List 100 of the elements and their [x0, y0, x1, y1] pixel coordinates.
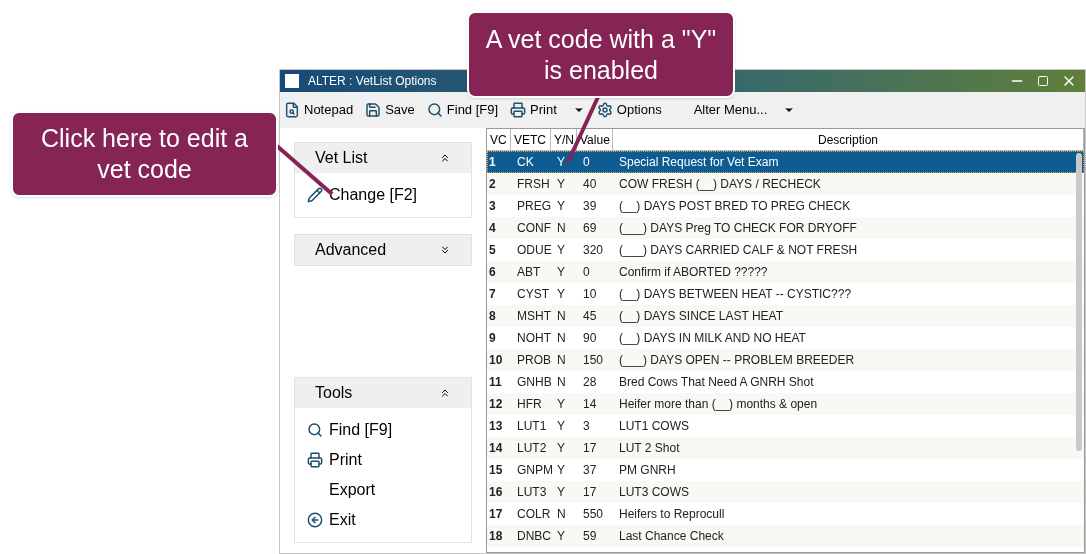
sidebar-link[interactable]: Export — [307, 478, 459, 502]
column-header[interactable]: VC — [487, 129, 511, 150]
table-cell-text: COW FRESH (__) DAYS / RECHECK — [618, 176, 822, 193]
table-cell-text: 39 — [582, 198, 598, 215]
table-cell-text: CK — [516, 154, 535, 171]
table-cell-text: N — [556, 330, 567, 347]
table-cell-text: Y — [556, 396, 566, 413]
table-cell-text: (__) DAYS SINCE LAST HEAT — [618, 308, 785, 325]
toolbar-button[interactable]: Options — [596, 100, 662, 120]
table-cell-text: COLR — [516, 506, 551, 523]
table-cell-text: Y — [556, 462, 566, 479]
table-cell-text: Confirm if ABORTED ????? — [618, 264, 769, 281]
toolbar-button[interactable]: Notepad — [284, 100, 354, 120]
section-header[interactable]: Tools — [295, 378, 471, 408]
column-header[interactable]: VETC — [511, 129, 551, 150]
table-row[interactable]: 2 FRSH Y 40 COW FRESH (__) DAYS / RECHECK — [487, 173, 1084, 195]
sidebar-link[interactable]: Print — [307, 448, 459, 472]
table-cell-text: DNBC — [516, 528, 551, 545]
callout: Click here to edit a vet code — [11, 111, 278, 197]
table-cell-text: 150 — [582, 352, 605, 369]
toolbar-button[interactable]: Save — [365, 100, 415, 120]
printer-icon — [307, 452, 323, 468]
table-row[interactable]: 10 PROB N 150 (___) DAYS OPEN -- PROBLEM BREEDER — [487, 349, 1084, 371]
column-header[interactable]: Description — [613, 129, 1084, 150]
table-cell-text: Y — [556, 286, 566, 303]
table-row[interactable]: 8 MSHT N 45 (__) DAYS SINCE LAST HEAT — [487, 305, 1084, 327]
table-cell-text: GNPM — [516, 462, 551, 479]
table-cell-text: FRSH — [516, 176, 551, 193]
toolbar-button[interactable]: Alter Menu... — [673, 100, 796, 120]
table-cell-text: LUT2 — [516, 440, 548, 457]
table-cell-text: 17 — [488, 506, 504, 523]
table-cell-text: 59 — [582, 528, 598, 545]
table-cell-text: (___) DAYS CARRIED CALF & NOT FRESH — [618, 242, 859, 259]
section-title: Tools — [315, 383, 354, 403]
sidebar-link[interactable]: Find [F9] — [307, 418, 459, 442]
toolbar-button[interactable]: Print — [510, 100, 585, 120]
table-cell-text: 45 — [582, 308, 598, 325]
table-cell-text: N — [556, 220, 567, 237]
table-cell-text: 3 — [582, 418, 591, 435]
table-cell-text: Special Request for Vet Exam — [618, 154, 780, 171]
maximize-icon[interactable] — [1037, 75, 1049, 87]
save-icon — [365, 102, 382, 118]
table-cell-text: Y — [556, 528, 566, 545]
column-header[interactable]: Y/N — [551, 129, 577, 150]
table-cell-text: 2 — [488, 176, 497, 193]
table-cell-text: 13 — [488, 418, 504, 435]
table-row[interactable]: 4 CONF N 69 (___) DAYS Preg TO CHECK FOR DRYOFF — [487, 217, 1084, 239]
table-cell-text: Last Chance Check — [618, 528, 725, 545]
section-header[interactable]: Vet List — [295, 143, 471, 173]
table-row[interactable]: 18 DNBC Y 59 Last Chance Check — [487, 525, 1084, 547]
table-row[interactable]: 1 CK Y 0 Special Request for Vet Exam — [487, 151, 1084, 173]
table-cell-text: 320 — [582, 242, 605, 259]
callout: A vet code with a "Y" is enabled — [467, 11, 735, 98]
table-cell-text: LUT1 COWS — [618, 418, 690, 435]
table-cell-text: 550 — [582, 506, 605, 523]
table-cell-text: 12 — [488, 396, 504, 413]
expand-icon[interactable] — [439, 244, 451, 256]
app-logo-icon — [284, 73, 300, 89]
sidebar-link[interactable]: Exit — [307, 508, 459, 532]
table-cell-text: 0 — [582, 154, 591, 171]
section-header[interactable]: Advanced — [295, 235, 471, 265]
table-cell-text: 28 — [582, 374, 598, 391]
table-cell-text: NOHT — [516, 330, 551, 347]
table-cell-text: 1 — [488, 154, 497, 171]
table-cell-text: 40 — [582, 176, 598, 193]
table-cell-text: HFR — [516, 396, 543, 413]
table-cell-text: GNHB — [516, 374, 551, 391]
notepad-icon — [284, 102, 300, 118]
table-cell-text: PM GNRH — [618, 462, 677, 479]
table-row[interactable]: 6 ABT Y 0 Confirm if ABORTED ????? — [487, 261, 1084, 283]
collapse-icon[interactable] — [439, 152, 451, 164]
pencil-icon — [307, 187, 323, 203]
table-cell-text: Y — [556, 176, 566, 193]
table-row[interactable]: 14 LUT2 Y 17 LUT 2 Shot — [487, 437, 1084, 459]
table-cell-text: N — [556, 506, 567, 523]
table-cell-text: (__) DAYS IN MILK AND NO HEAT — [618, 330, 807, 347]
toolbar-button[interactable]: Find [F9] — [426, 100, 499, 120]
table-cell-text: 5 — [488, 242, 497, 259]
table-cell-text: 69 — [582, 220, 598, 237]
table-row[interactable]: 16 LUT3 Y 17 LUT3 COWS — [487, 481, 1084, 503]
table-cell-text: 3 — [488, 198, 497, 215]
scrollbar[interactable] — [1076, 153, 1082, 451]
table-cell-text: 6 — [488, 264, 497, 281]
table-cell-text: 0 — [582, 264, 591, 281]
table-cell-text: 17 — [582, 484, 598, 501]
table-cell-text: N — [556, 374, 567, 391]
table-cell-text: 17 — [582, 440, 598, 457]
table-cell-text: LUT3 COWS — [618, 484, 690, 501]
collapse-icon[interactable] — [439, 387, 451, 399]
table-cell-text: Heifers to Reprocull — [618, 506, 726, 523]
table-cell-text: 14 — [582, 396, 598, 413]
table-cell-text: N — [556, 352, 567, 369]
table-row[interactable]: 12 HFR Y 14 Heifer more than (__) months & open — [487, 393, 1084, 415]
table-cell-text: 10 — [582, 286, 598, 303]
table-cell-text: 15 — [488, 462, 504, 479]
sidebar-link[interactable]: Change [F2] — [307, 183, 459, 207]
table-cell-text: 90 — [582, 330, 598, 347]
table-cell-text: 9 — [488, 330, 497, 347]
table-cell-text: 18 — [488, 528, 504, 545]
column-header[interactable]: Value — [577, 129, 613, 150]
